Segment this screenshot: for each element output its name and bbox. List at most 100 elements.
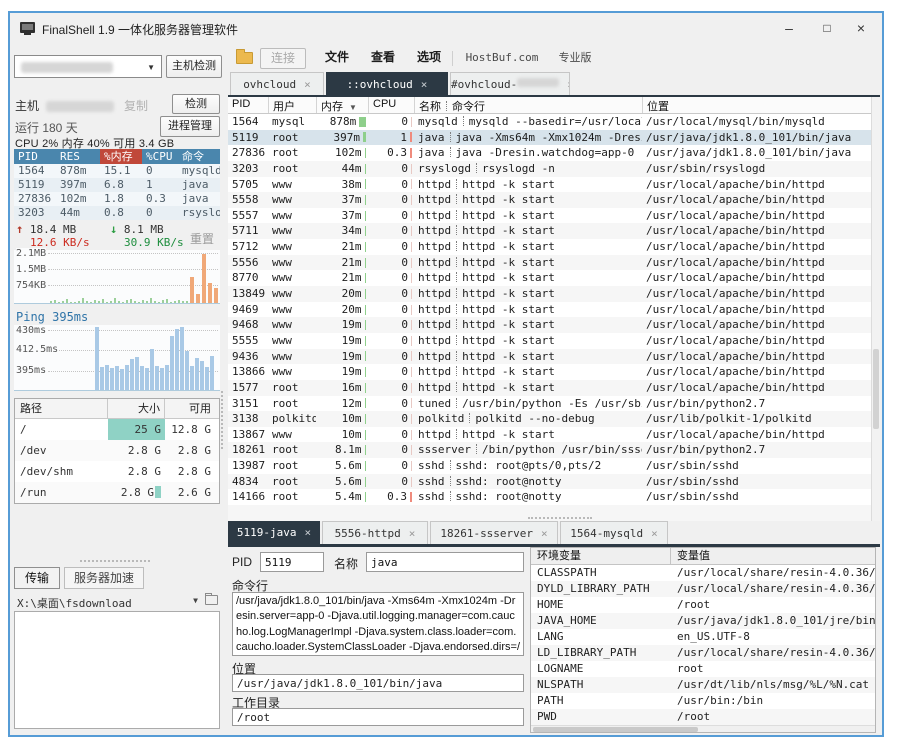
process-row[interactable]: 3203 44m 0.8 0 rsyslogd [14,206,220,220]
close-icon[interactable]: × [651,527,658,540]
process-manager-button[interactable]: 进程管理 [160,116,220,137]
process-row[interactable]: 9436 www 19m 0 httpd httpd -k start/usr/local… [228,348,871,365]
process-row[interactable]: 18261 root 8.1m 0 ssserver/bin/python /usr/b… [228,442,871,459]
hostbuf-link[interactable]: HostBuf.com [460,48,544,69]
env-row[interactable]: JAVA_HOME/usr/java/jdk1.8.0_101/jre/bin/… [531,613,875,629]
tab-detail-4[interactable]: 1564-mysqld × [560,521,668,544]
env-row[interactable]: PATH/usr/bin:/bin [531,693,875,709]
env-row[interactable]: PWD/root [531,709,875,725]
close-icon[interactable]: × [567,78,569,91]
process-row[interactable]: 5705 www 38m 0 httpd httpd -k start/usr/local… [228,176,871,193]
tab-transfer[interactable]: 传输 [14,567,60,589]
table-header[interactable]: 环境变量 变量值 [531,548,875,565]
process-row[interactable]: 27836 102m 1.8 0.3 java [14,192,220,206]
env-row[interactable]: HOME/root [531,597,875,613]
env-row[interactable]: LOGNAME root [531,661,875,677]
process-row[interactable]: 5711 www 34m 0 httpd httpd -k start/usr/local… [228,223,871,240]
process-row[interactable]: 8770 www 21m 0 httpd httpd -k start/usr/local… [228,270,871,287]
process-row[interactable]: 1564 878m 15.1 0 mysqld [14,164,220,178]
splitter-handle[interactable] [528,517,592,519]
close-icon[interactable]: × [304,78,311,91]
splitter-handle[interactable] [221,391,223,449]
column-header-location[interactable]: 位置 [642,97,871,113]
process-row[interactable]: 4834 root 5.6m 0 sshd sshd: root@notty/usr/sb… [228,473,871,490]
horizontal-scrollbar[interactable] [531,725,875,732]
table-header[interactable]: PID RES %内存 %CPU 命令 [14,149,220,164]
pro-version-link[interactable]: 专业版 [550,48,600,69]
process-row[interactable]: 3151 root 12m 0 tuned/usr/bin/python -Es /us… [228,395,871,412]
process-row[interactable]: 9469 www 20m 0 httpd httpd -k start/usr/local… [228,301,871,318]
tab-session-3[interactable]: #ovhcloud-× [450,72,570,95]
title-bar[interactable]: FinalShell 1.9 一体化服务器管理软件 – □ × [10,13,882,43]
env-row[interactable]: LD_LIBRARY_PATH/usr/local/share/resin-4.… [531,645,875,661]
column-header-mem[interactable]: 内存 ▼ [316,97,368,113]
host-check-button[interactable]: 主机检测 [166,55,222,78]
pid-field[interactable] [260,552,324,572]
file-menu[interactable]: 文件 [316,48,358,69]
env-row[interactable]: CLASSPATH/usr/local/share/resin-4.0.36/l… [531,565,875,581]
host-select-combobox[interactable]: ▼ [14,55,162,78]
close-icon[interactable]: × [541,527,548,540]
cmdline-box[interactable]: /usr/java/jdk1.8.0_101/bin/java -Xms64m … [232,592,524,656]
tab-detail-3[interactable]: 18261-ssserver × [430,521,558,544]
process-row[interactable]: 1577 root 16m 0 httpd httpd -k start/usr/loca… [228,379,871,396]
maximize-button[interactable]: □ [812,18,842,38]
process-row[interactable]: 1564 mysql 878m 0 mysqld mysqld --basedir=/us… [228,114,871,130]
tab-server-accel[interactable]: 服务器加速 [64,567,144,589]
process-row[interactable]: 3138 polkitd 10m 0 polkitd polkitd --no-debug… [228,411,871,427]
process-row[interactable]: 13867 www 10m 0 httpd httpd -k start/usr/loca… [228,426,871,443]
process-row[interactable]: 5558 www 37m 0 httpd httpd -k start/usr/local… [228,192,871,208]
table-header[interactable]: 路径 大小 可用 [15,399,219,419]
open-folder-icon[interactable] [205,593,218,605]
location-field[interactable] [232,674,524,692]
column-header-pid[interactable]: PID [228,97,268,113]
process-row[interactable]: 27836 root 102m 0.3 java java -Dresin.watchdo… [228,145,871,161]
tab-session-2-active[interactable]: ::ovhcloud × [326,72,448,95]
folder-icon[interactable] [236,49,253,64]
workdir-field[interactable] [232,708,524,726]
env-row[interactable]: NLSPATH/usr/dt/lib/nls/msg/%L/%N.cat [531,677,875,693]
name-field[interactable] [366,552,524,572]
column-header-user[interactable]: 用户 [268,97,316,113]
reset-link[interactable]: 重置 [190,230,214,247]
process-row[interactable]: 5119 397m 6.8 1 java [14,178,220,192]
options-menu[interactable]: 选项 [408,48,450,69]
env-row[interactable]: DYLD_LIBRARY_PATH/usr/local/share/resin-… [531,581,875,597]
connect-button[interactable]: 连接 [260,48,306,69]
process-row[interactable]: 5557 www 37m 0 httpd httpd -k start/usr/local… [228,207,871,224]
close-icon[interactable]: × [421,78,428,91]
disk-row[interactable]: / 25 G 12.8 G [15,419,219,440]
column-header-cpu[interactable]: CPU [368,97,414,113]
process-row[interactable]: 13987 root 5.6m 0 sshd sshd: root@pts/0,pts/2… [228,458,871,474]
process-row[interactable]: 9468 www 19m 0 httpd httpd -k start/usr/local… [228,317,871,333]
close-button[interactable]: × [846,18,876,38]
download-path-bar[interactable]: X:\桌面\fsdownload ▼ [14,593,220,611]
vertical-scrollbar[interactable] [871,97,880,521]
close-icon[interactable]: × [409,527,416,540]
scrollbar-thumb[interactable] [533,727,698,732]
process-row[interactable]: 13849 www 20m 0 httpd httpd -k start/usr/loca… [228,286,871,302]
column-header-name-cmd[interactable]: 名称 命令行 [414,97,642,113]
tab-session-1[interactable]: ovhcloud × [230,72,324,95]
view-menu[interactable]: 查看 [362,48,404,69]
disk-row[interactable]: /dev/shm 2.8 G 2.8 G [15,461,219,482]
tab-detail-2[interactable]: 5556-httpd × [322,521,428,544]
splitter-handle[interactable] [80,560,150,562]
process-row[interactable]: 3203 root 44m 0 rsyslogd rsyslogd -n/usr/sbin… [228,160,871,177]
disk-row[interactable]: /run 2.8 G 2.6 G [15,482,219,503]
process-row[interactable]: 5712 www 21m 0 httpd httpd -k start/usr/local… [228,239,871,255]
process-row[interactable]: 13866 www 19m 0 httpd httpd -k start/usr/loca… [228,364,871,380]
minimize-button[interactable]: – [774,18,804,38]
process-row[interactable]: 5119 root 397m 1 java java -Xms64m -Xmx1024m … [228,129,871,146]
tab-detail-1-active[interactable]: 5119-java × [228,521,320,544]
chevron-down-icon[interactable]: ▼ [193,596,198,605]
disk-row[interactable]: /dev 2.8 G 2.8 G [15,440,219,461]
transfer-file-list[interactable] [14,611,220,729]
check-button[interactable]: 检测 [172,94,220,114]
process-row[interactable]: 14166 root 5.4m 0.3 sshd sshd: root@notty/usr… [228,489,871,506]
scrollbar-thumb[interactable] [873,349,879,429]
copy-link[interactable]: 复制 [124,97,148,114]
close-icon[interactable]: × [304,526,311,539]
env-row[interactable]: LANG en_US.UTF-8 [531,629,875,645]
process-row[interactable]: 5555 www 19m 0 httpd httpd -k start/usr/local… [228,332,871,349]
